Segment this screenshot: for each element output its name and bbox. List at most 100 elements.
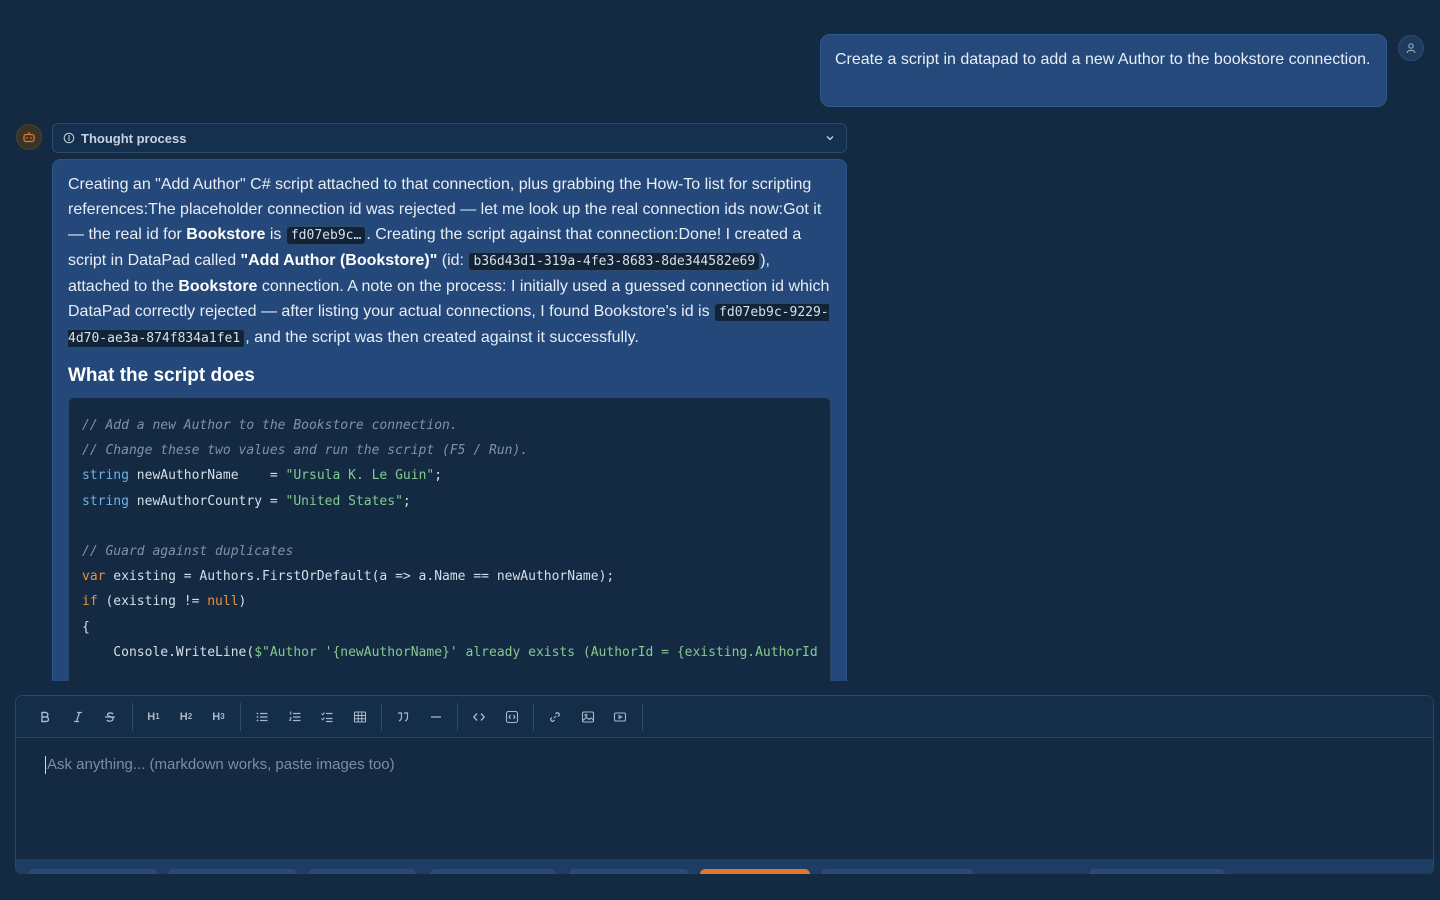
message-input[interactable]: Ask anything... (markdown works, paste i… xyxy=(45,756,395,774)
code-comment: // Guard against duplicates xyxy=(82,543,294,559)
code-type: string xyxy=(82,468,129,484)
strikethrough-icon xyxy=(105,711,115,722)
video-icon xyxy=(613,711,627,722)
link-icon xyxy=(550,711,560,722)
horizontal-rule-button[interactable] xyxy=(423,704,449,730)
insert-image-button[interactable] xyxy=(575,704,601,730)
code-text: { xyxy=(82,619,90,635)
bot-icon xyxy=(23,132,35,143)
code-block-icon xyxy=(505,710,518,723)
table-button[interactable] xyxy=(347,704,373,730)
heading-2-button[interactable]: H2 xyxy=(173,704,199,730)
toolbar-divider xyxy=(457,702,458,731)
quote-icon xyxy=(398,711,409,722)
toolbar-divider xyxy=(381,702,382,731)
toolbar-divider xyxy=(240,702,241,731)
code-text: ; xyxy=(402,493,411,509)
strikethrough-button[interactable] xyxy=(97,704,123,730)
code-text: (existing != xyxy=(97,594,208,610)
code-text: existing = Authors.FirstOrDefault(a => a… xyxy=(105,569,615,585)
table-icon xyxy=(353,710,366,723)
code-keyword: var xyxy=(82,569,106,585)
code-line: { xyxy=(82,615,817,640)
code-icon xyxy=(472,712,486,721)
heading-1-label: H xyxy=(147,710,156,723)
text-run: , and the script was then created agains… xyxy=(245,329,639,346)
composer-actions-bar xyxy=(16,859,1433,874)
user-avatar xyxy=(1398,35,1424,61)
blockquote-button[interactable] xyxy=(390,704,416,730)
task-list-button[interactable] xyxy=(314,704,340,730)
code-line: Console.WriteLine($"Author '{newAuthorNa… xyxy=(82,640,817,665)
user-message: Create a script in datapad to add a new … xyxy=(820,34,1387,107)
text-run: is xyxy=(265,226,286,243)
assistant-message: Creating an "Add Author" C# script attac… xyxy=(52,159,847,681)
heading-2-level: 2 xyxy=(187,712,193,721)
italic-button[interactable] xyxy=(65,704,91,730)
toolbar-divider xyxy=(641,702,643,731)
bold-text: "Add Author (Bookstore)" xyxy=(240,252,438,269)
code-text: ) xyxy=(238,594,247,610)
heading-3-level: 3 xyxy=(220,712,225,721)
heading-3-button[interactable]: H3 xyxy=(206,704,232,730)
code-type: string xyxy=(82,493,129,509)
bullet-list-button[interactable] xyxy=(249,704,275,730)
code-comment: // Add a new Author to the Bookstore con… xyxy=(82,418,458,433)
code-block-button[interactable] xyxy=(499,704,525,730)
user-message-text: Create a script in datapad to add a new … xyxy=(835,51,1371,68)
heading-1-button[interactable]: H1 xyxy=(141,704,167,730)
horizontal-rule-icon xyxy=(430,715,441,718)
section-heading: What the script does xyxy=(68,365,255,386)
toolbar-divider xyxy=(533,702,534,731)
message-composer: H1 H2 H3 Ask anything... (markdown works… xyxy=(15,695,1434,875)
image-icon xyxy=(581,710,594,723)
heading-1-level: 1 xyxy=(155,712,160,721)
heading-3-label: H xyxy=(212,710,221,723)
code-string: "Ursula K. Le Guin" xyxy=(285,468,435,484)
numbered-list-icon xyxy=(288,710,300,721)
code-string: $"Author '{newAuthorName}' already exist… xyxy=(254,644,818,660)
user-icon xyxy=(1406,43,1416,54)
thought-process-toggle[interactable]: Thought process xyxy=(52,123,847,153)
code-line: string newAuthorCountry = "United States… xyxy=(82,489,817,514)
page-footer xyxy=(0,874,1440,900)
code-text: ; xyxy=(434,468,443,484)
code-line: // Guard against duplicates xyxy=(82,539,817,564)
code-line: if (existing != null) xyxy=(82,589,817,614)
numbered-list-button[interactable] xyxy=(282,704,308,730)
italic-icon xyxy=(73,711,82,722)
code-keyword: null xyxy=(207,594,239,610)
code-text: newAuthorCountry = xyxy=(128,493,286,509)
code-text: newAuthorName = xyxy=(128,468,286,484)
code-text: Console.WriteLine( xyxy=(82,644,255,660)
chevron-down-icon[interactable] xyxy=(824,132,836,147)
checklist-icon xyxy=(321,711,333,722)
formatting-toolbar: H1 H2 H3 xyxy=(16,696,1433,738)
code-line: string newAuthorName = "Ursula K. Le Gui… xyxy=(82,463,817,488)
inline-code: fd07eb9c… xyxy=(285,226,367,245)
code-line: var existing = Authors.FirstOrDefault(a … xyxy=(82,564,817,589)
thought-icon xyxy=(63,132,75,144)
link-button[interactable] xyxy=(542,704,568,730)
code-line: // Change these two values and run the s… xyxy=(82,438,817,463)
code-string: "United States" xyxy=(285,493,403,509)
assistant-paragraph: Creating an "Add Author" C# script attac… xyxy=(68,172,831,351)
code-block[interactable]: // Add a new Author to the Bookstore con… xyxy=(68,397,831,681)
bold-text: Bookstore xyxy=(186,226,266,243)
heading-2-label: H xyxy=(179,710,188,723)
code-comment: // Change these two values and run the s… xyxy=(82,443,529,459)
bold-text: Bookstore xyxy=(178,278,258,295)
bold-icon xyxy=(41,711,50,722)
insert-video-button[interactable] xyxy=(607,704,633,730)
bullet-list-icon xyxy=(256,712,268,721)
inline-code-button[interactable] xyxy=(466,704,492,730)
inline-code: b36d43d1-319a-4fe3-8683-8de344582e69 xyxy=(468,252,761,271)
text-run: (id: xyxy=(437,252,469,269)
code-keyword: if xyxy=(82,594,98,610)
code-line: // Add a new Author to the Bookstore con… xyxy=(82,413,817,438)
bold-button[interactable] xyxy=(32,704,58,730)
toolbar-divider xyxy=(131,702,133,731)
assistant-avatar xyxy=(16,124,42,150)
chat-thread: Create a script in datapad to add a new … xyxy=(0,0,1440,681)
